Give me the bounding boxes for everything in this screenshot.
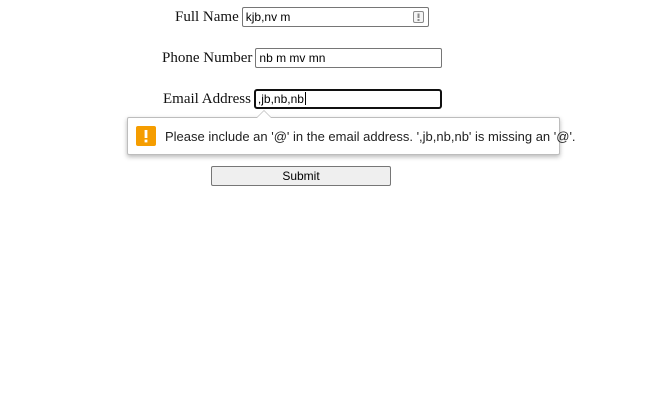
phone-input[interactable]: nb m mv mn — [255, 48, 443, 68]
full-name-input[interactable]: kjb,nv m — [241, 7, 429, 27]
submit-button[interactable]: Submit — [211, 166, 391, 186]
text-caret — [304, 92, 306, 105]
email-value: ,jb,nb,nb — [257, 92, 304, 106]
email-input[interactable]: ,jb,nb,nb — [253, 89, 442, 109]
phone-label: Phone Number — [162, 49, 253, 66]
full-name-label: Full Name — [175, 8, 239, 25]
phone-value: nb m mv mn — [259, 51, 326, 65]
email-row: Email Address ,jb,nb,nb — [163, 88, 442, 110]
full-name-value: kjb,nv m — [245, 10, 291, 24]
validation-tooltip: Please include an '@' in the email addre… — [127, 110, 576, 155]
validation-message: Please include an '@' in the email addre… — [165, 128, 576, 144]
warning-icon — [136, 126, 156, 146]
full-name-row: Full Name kjb,nv m — [175, 6, 429, 28]
autofill-contact-icon[interactable] — [412, 11, 424, 23]
phone-row: Phone Number nb m mv mn — [162, 47, 443, 69]
email-label: Email Address — [163, 90, 251, 107]
tooltip-arrow — [256, 110, 272, 118]
